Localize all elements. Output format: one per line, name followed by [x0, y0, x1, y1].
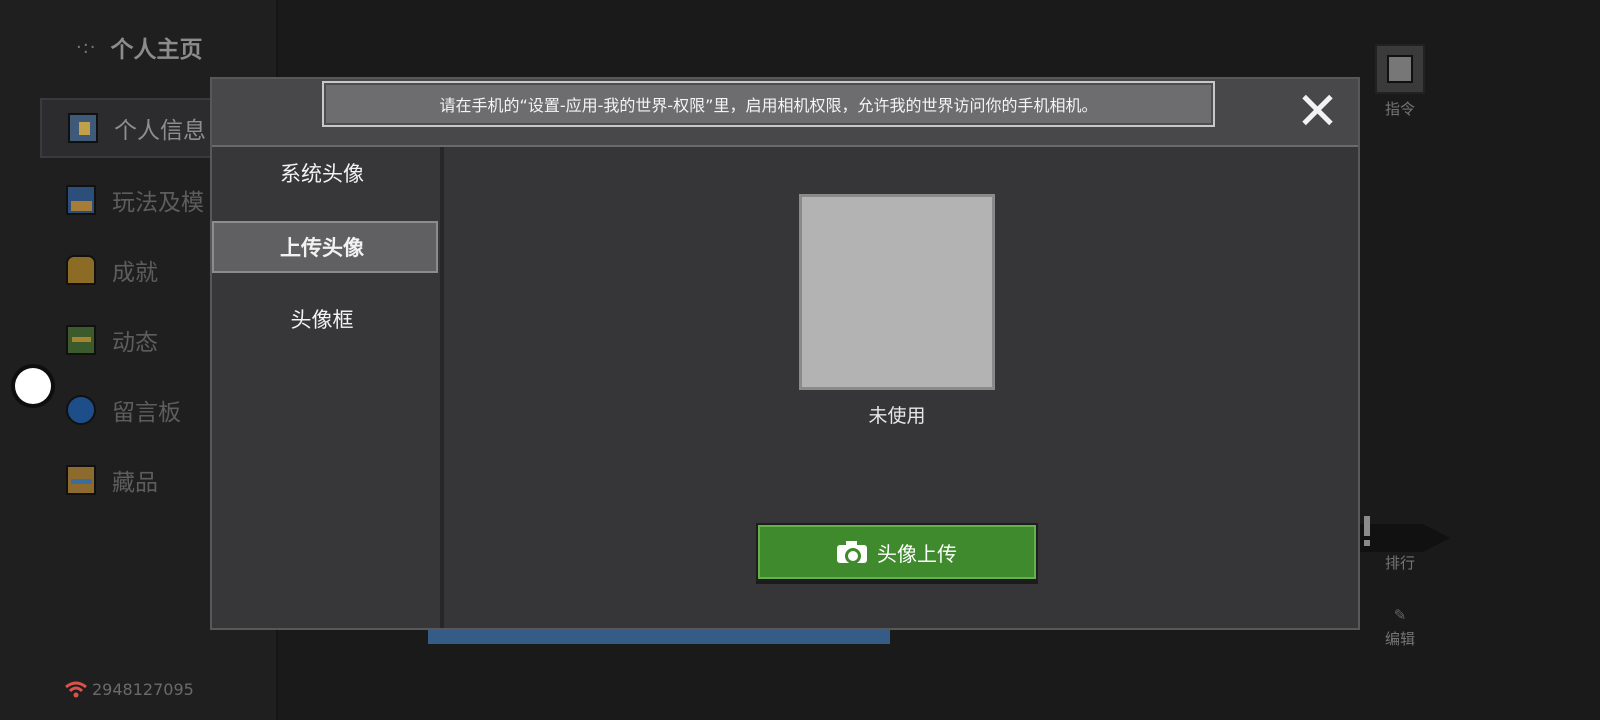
tab-upload-avatar[interactable]: 上传头像: [212, 221, 438, 273]
upload-panel: 未使用 头像上传: [444, 147, 1358, 628]
command-tool[interactable]: 指令: [1360, 44, 1440, 119]
sidebar-item-label: 动态: [112, 330, 158, 356]
upload-button-label: 头像上传: [877, 541, 957, 566]
camera-icon: [837, 541, 867, 564]
collection-icon: [66, 465, 96, 495]
rank-label: 排行: [1384, 554, 1415, 572]
command-icon: [1375, 44, 1425, 94]
edit-tool[interactable]: ✎ 编辑: [1360, 606, 1440, 649]
command-label: 指令: [1384, 100, 1415, 118]
tab-avatar-frame[interactable]: 头像框: [212, 293, 438, 345]
modes-icon: [66, 185, 96, 215]
rank-tool[interactable]: 排行: [1360, 552, 1440, 573]
back-icon: ·:·: [76, 36, 97, 58]
edit-icon: ✎: [1393, 606, 1407, 624]
avatar-dialog: 请在手机的“设置-应用-我的世界-权限”里，启用相机权限，允许我的世界访问你的手…: [210, 77, 1360, 630]
floating-assist-button[interactable]: [15, 368, 51, 404]
upload-avatar-button[interactable]: 头像上传: [756, 523, 1038, 581]
tab-system-avatar[interactable]: 系统头像: [212, 147, 438, 199]
sidebar-item-label: 藏品: [112, 470, 158, 496]
avatar-tabs: 系统头像 上传头像 头像框: [212, 147, 444, 628]
wifi-icon: [65, 681, 87, 698]
trophy-icon: [66, 255, 96, 285]
back-button[interactable]: ·:· 个人主页: [76, 30, 203, 64]
avatar-status: 未使用: [868, 405, 926, 427]
close-icon[interactable]: [1300, 93, 1334, 127]
sidebar-item-label: 个人信息: [114, 118, 206, 144]
rank-banner: [1360, 524, 1450, 552]
dialog-header: 请在手机的“设置-应用-我的世界-权限”里，启用相机权限，允许我的世界访问你的手…: [212, 79, 1358, 147]
message-board-icon: [66, 395, 96, 425]
sidebar-item-label: 玩法及模: [112, 190, 204, 216]
background-strip: [428, 628, 890, 644]
rank-icon: [1364, 516, 1370, 536]
permission-banner: 请在手机的“设置-应用-我的世界-权限”里，启用相机权限，允许我的世界访问你的手…: [322, 81, 1215, 127]
sidebar-item-label: 留言板: [112, 400, 181, 426]
user-id-row: 2948127095: [64, 678, 194, 700]
edit-label: 编辑: [1384, 630, 1415, 648]
feed-icon: [66, 325, 96, 355]
avatar-preview: [799, 194, 995, 390]
profile-icon: [68, 113, 98, 143]
user-id: 2948127095: [92, 679, 194, 699]
page-title: 个人主页: [110, 37, 203, 63]
sidebar-item-label: 成就: [112, 260, 158, 286]
